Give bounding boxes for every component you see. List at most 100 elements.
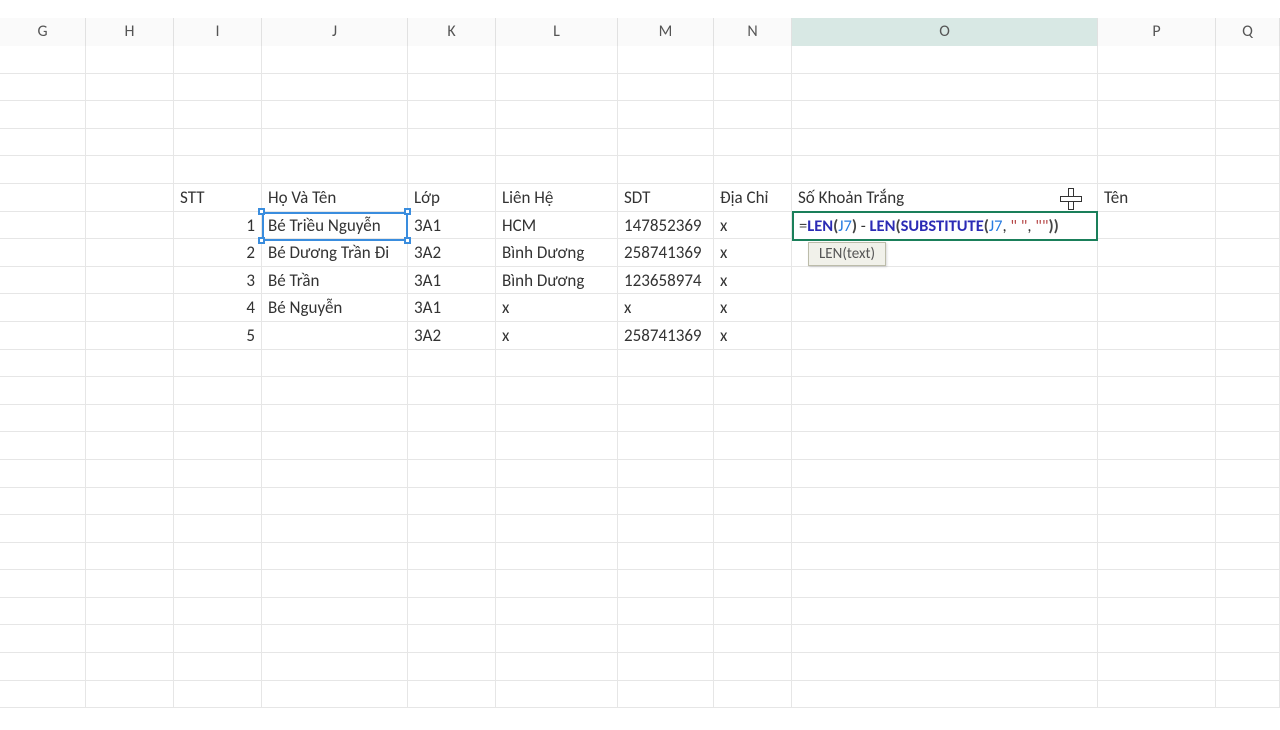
cell[interactable] bbox=[496, 681, 618, 709]
cell[interactable] bbox=[1098, 488, 1216, 516]
cell[interactable] bbox=[86, 101, 174, 129]
cell[interactable] bbox=[496, 598, 618, 626]
cell-lop[interactable]: 3A1 bbox=[408, 267, 496, 295]
cell-sdt[interactable]: 147852369 bbox=[618, 212, 714, 240]
cell[interactable] bbox=[1216, 653, 1280, 681]
cell[interactable] bbox=[792, 570, 1098, 598]
cell[interactable] bbox=[0, 598, 86, 626]
cell[interactable] bbox=[792, 322, 1098, 350]
cell[interactable] bbox=[1216, 46, 1280, 74]
cell[interactable] bbox=[496, 460, 618, 488]
cell[interactable] bbox=[496, 377, 618, 405]
cell[interactable] bbox=[714, 350, 792, 378]
cell[interactable] bbox=[618, 653, 714, 681]
cell[interactable] bbox=[1216, 377, 1280, 405]
cell[interactable] bbox=[0, 156, 86, 184]
cell[interactable] bbox=[0, 184, 86, 212]
cell[interactable] bbox=[0, 322, 86, 350]
cell[interactable] bbox=[408, 570, 496, 598]
cell[interactable] bbox=[792, 101, 1098, 129]
cell[interactable] bbox=[1098, 212, 1216, 240]
cell-diachi[interactable]: x bbox=[714, 239, 792, 267]
cell[interactable] bbox=[1216, 322, 1280, 350]
cell[interactable] bbox=[714, 129, 792, 157]
cell[interactable] bbox=[86, 377, 174, 405]
cell[interactable] bbox=[496, 156, 618, 184]
header-lop[interactable]: Lớp bbox=[408, 184, 496, 212]
cell[interactable] bbox=[174, 598, 262, 626]
cell[interactable] bbox=[1216, 432, 1280, 460]
cell[interactable] bbox=[0, 267, 86, 295]
cell[interactable] bbox=[1216, 184, 1280, 212]
header-hovaten[interactable]: Họ Và Tên bbox=[262, 184, 408, 212]
cell[interactable] bbox=[408, 460, 496, 488]
cell[interactable] bbox=[86, 350, 174, 378]
cell-sdt[interactable]: 258741369 bbox=[618, 239, 714, 267]
grid-body[interactable]: STT Họ Và Tên Lớp Liên Hệ SDT Địa Chỉ Số… bbox=[0, 46, 1280, 708]
cell[interactable] bbox=[86, 653, 174, 681]
cell[interactable] bbox=[792, 350, 1098, 378]
cell-lop[interactable]: 3A1 bbox=[408, 294, 496, 322]
cell[interactable] bbox=[174, 625, 262, 653]
col-header-H[interactable]: H bbox=[86, 18, 174, 46]
cell[interactable] bbox=[262, 515, 408, 543]
cell[interactable] bbox=[618, 460, 714, 488]
cell[interactable] bbox=[86, 46, 174, 74]
cell[interactable] bbox=[792, 377, 1098, 405]
cell[interactable] bbox=[714, 653, 792, 681]
cell[interactable] bbox=[792, 625, 1098, 653]
cell[interactable] bbox=[174, 129, 262, 157]
cell-sdt[interactable]: x bbox=[618, 294, 714, 322]
cell-lienhe[interactable]: Bình Dương bbox=[496, 239, 618, 267]
col-header-K[interactable]: K bbox=[408, 18, 496, 46]
cell[interactable] bbox=[1098, 653, 1216, 681]
cell[interactable] bbox=[408, 46, 496, 74]
cell[interactable] bbox=[714, 488, 792, 516]
cell[interactable] bbox=[86, 294, 174, 322]
cell[interactable] bbox=[262, 129, 408, 157]
cell[interactable] bbox=[262, 653, 408, 681]
cell[interactable] bbox=[262, 460, 408, 488]
cell-lop[interactable]: 3A1 bbox=[408, 212, 496, 240]
cell[interactable] bbox=[1098, 405, 1216, 433]
cell[interactable] bbox=[1216, 294, 1280, 322]
cell[interactable] bbox=[174, 515, 262, 543]
cell[interactable] bbox=[618, 543, 714, 571]
cell[interactable] bbox=[408, 350, 496, 378]
cell[interactable] bbox=[496, 432, 618, 460]
cell[interactable] bbox=[86, 515, 174, 543]
cell[interactable] bbox=[408, 129, 496, 157]
cell[interactable] bbox=[496, 570, 618, 598]
header-stt[interactable]: STT bbox=[174, 184, 262, 212]
cell-hovaten[interactable]: Bé Triều Nguyễn bbox=[262, 212, 408, 240]
cell-lienhe[interactable]: HCM bbox=[496, 212, 618, 240]
cell[interactable] bbox=[1098, 239, 1216, 267]
col-header-G[interactable]: G bbox=[0, 18, 86, 46]
cell[interactable] bbox=[86, 156, 174, 184]
cell[interactable] bbox=[408, 515, 496, 543]
cell-hovaten[interactable]: Bé Trần bbox=[262, 267, 408, 295]
cell[interactable] bbox=[86, 129, 174, 157]
cell[interactable] bbox=[792, 294, 1098, 322]
cell[interactable] bbox=[174, 488, 262, 516]
header-sokhoangtrang[interactable]: Số Khoản Trắng bbox=[792, 184, 1098, 212]
cell[interactable] bbox=[1216, 460, 1280, 488]
cell[interactable] bbox=[714, 598, 792, 626]
cell[interactable] bbox=[1216, 267, 1280, 295]
header-ten[interactable]: Tên bbox=[1098, 184, 1216, 212]
cell[interactable] bbox=[1216, 212, 1280, 240]
cell[interactable] bbox=[496, 350, 618, 378]
cell[interactable] bbox=[0, 239, 86, 267]
cell[interactable] bbox=[0, 543, 86, 571]
cell[interactable] bbox=[618, 46, 714, 74]
cell[interactable] bbox=[408, 488, 496, 516]
cell[interactable] bbox=[1098, 156, 1216, 184]
cell-lienhe[interactable]: x bbox=[496, 294, 618, 322]
cell[interactable] bbox=[1098, 570, 1216, 598]
cell[interactable] bbox=[1098, 543, 1216, 571]
cell[interactable] bbox=[86, 322, 174, 350]
cell[interactable] bbox=[174, 46, 262, 74]
cell[interactable] bbox=[174, 377, 262, 405]
cell[interactable] bbox=[618, 488, 714, 516]
cell[interactable] bbox=[1216, 681, 1280, 709]
